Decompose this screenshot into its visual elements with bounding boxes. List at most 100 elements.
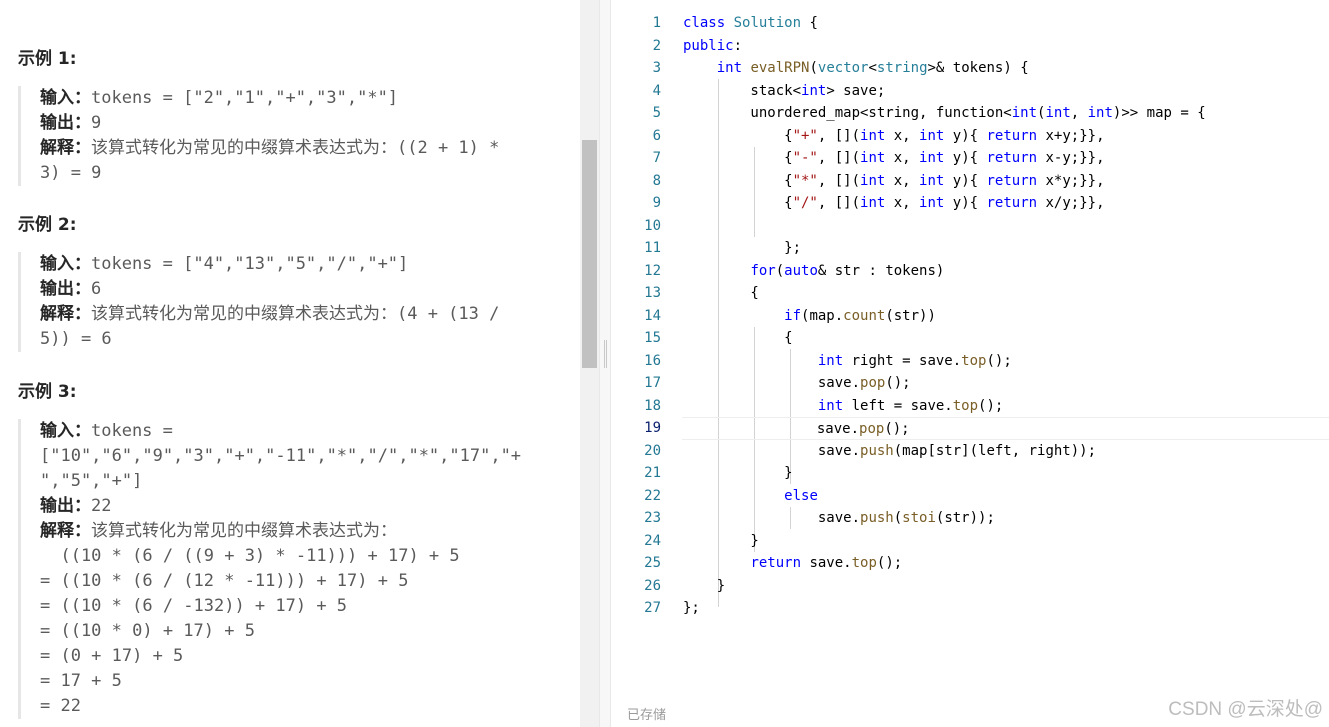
code-line[interactable]: } (683, 575, 1329, 598)
explain-expr: = ((10 * (6 / -132)) + 17) + 5 (40, 596, 348, 616)
code-line[interactable]: save.push(map[str](left, right)); (683, 440, 1329, 463)
line-number: 5 (652, 105, 661, 121)
example-line: = 17 + 5 (40, 669, 521, 694)
line-number: 12 (644, 262, 661, 279)
code-editor[interactable]: 1 2 3 4 5 6 7 8 9 10 11 12 13 14 15 16 17 18 19 20 21 22 23 24 2… (611, 0, 1329, 727)
line-number: 7 (652, 150, 661, 166)
explain-expr: 5)) = 6 (40, 329, 112, 349)
line-number: 6 (652, 127, 661, 144)
description-scrollbar[interactable] (580, 0, 599, 727)
input-value: tokens = ["2","1","+","3","*"] (91, 88, 399, 108)
output-label: 输出： (40, 113, 91, 133)
explain-expr: ((10 * (6 / ((9 + 3) * -11))) + 17) + 5 (40, 546, 460, 566)
problem-description-panel: 示例 1: 输入：tokens = ["2","1","+","3","*"] … (0, 0, 580, 727)
line-number: 27 (644, 600, 661, 616)
code-line[interactable]: int left = save.top(); (683, 395, 1329, 418)
code-line[interactable]: save.pop(); (683, 372, 1329, 395)
code-line[interactable]: { (683, 327, 1329, 350)
code-line[interactable]: if(map.count(str)) (683, 305, 1329, 328)
line-number: 26 (644, 577, 661, 594)
save-status: 已存储 (627, 708, 667, 723)
code-line[interactable]: unordered_map<string, function<int(int, … (683, 102, 1329, 125)
example-line: 解释：该算式转化为常见的中缀算术表达式为： (40, 519, 521, 544)
output-value: 9 (91, 113, 102, 133)
explain-text: 该算式转化为常见的中缀算术表达式为： (91, 304, 397, 324)
line-number: 19 (644, 420, 661, 436)
input-label: 输入： (40, 421, 91, 441)
line-number: 16 (644, 352, 661, 369)
example-2-block: 输入：tokens = ["4","13","5","/","+"] 输出：6 … (18, 252, 499, 352)
line-number: 18 (644, 397, 661, 414)
example-line: 输出：6 (40, 277, 499, 302)
code-line[interactable]: {"*", [](int x, int y){ return x*y;}}, (683, 170, 1329, 193)
code-line[interactable]: class Solution { (683, 12, 1329, 35)
code-line[interactable]: } (683, 462, 1329, 485)
explain-label: 解释： (40, 138, 91, 158)
explain-expr: ((2 + 1) * (397, 138, 500, 158)
code-line[interactable]: stack<int> save; (683, 80, 1329, 103)
example-line: = ((10 * (6 / -132)) + 17) + 5 (40, 594, 521, 619)
line-number: 22 (644, 487, 661, 504)
line-number: 3 (652, 60, 661, 76)
line-number: 8 (652, 172, 661, 189)
code-line[interactable]: }; (683, 237, 1329, 260)
code-line[interactable]: return save.top(); (683, 552, 1329, 575)
code-line[interactable]: }; (683, 597, 1329, 620)
output-value: 6 (91, 279, 102, 299)
code-line[interactable]: {"+", [](int x, int y){ return x+y;}}, (683, 125, 1329, 148)
example-2-heading: 示例 2: (18, 215, 77, 235)
example-line: 输入：tokens = (40, 419, 521, 444)
example-line: 解释：该算式转化为常见的中缀算术表达式为：(4 + (13 / (40, 302, 499, 327)
line-number: 24 (644, 532, 661, 549)
code-line[interactable]: int evalRPN(vector<string>& tokens) { (683, 57, 1329, 80)
resize-grip-icon[interactable] (604, 340, 607, 368)
example-line: 输出：22 (40, 494, 521, 519)
watermark: CSDN @云深处@ (1168, 699, 1323, 720)
line-number: 13 (644, 285, 661, 301)
example-line: = 22 (40, 694, 521, 719)
line-number: 11 (644, 240, 661, 256)
code-line-current[interactable]: save.pop(); (682, 417, 1329, 440)
line-number: 9 (652, 195, 661, 211)
example-line: 5)) = 6 (40, 327, 499, 352)
code-line[interactable]: public: (683, 35, 1329, 58)
example-1-heading: 示例 1: (18, 49, 77, 69)
code-line[interactable]: else (683, 485, 1329, 508)
output-value: 22 (91, 496, 112, 516)
explain-label: 解释： (40, 304, 91, 324)
code-line[interactable]: {"-", [](int x, int y){ return x-y;}}, (683, 147, 1329, 170)
explain-expr: = 17 + 5 (40, 671, 122, 691)
code-line[interactable] (683, 215, 1329, 238)
input-label: 输入： (40, 254, 91, 274)
code-line[interactable]: int right = save.top(); (683, 350, 1329, 373)
line-number: 17 (644, 375, 661, 391)
explain-expr: (4 + (13 / (397, 304, 500, 324)
input-label: 输入： (40, 88, 91, 108)
explain-expr: = ((10 * 0) + 17) + 5 (40, 621, 255, 641)
line-number: 25 (644, 555, 661, 571)
example-line: 输入：tokens = ["4","13","5","/","+"] (40, 252, 499, 277)
explain-expr: 3) = 9 (40, 163, 102, 183)
explain-expr: = (0 + 17) + 5 (40, 646, 184, 666)
example-3-block: 输入：tokens = ["10","6","9","3","+","-11",… (18, 419, 521, 719)
example-line: = (0 + 17) + 5 (40, 644, 521, 669)
line-number: 23 (644, 510, 661, 526)
code-area[interactable]: class Solution { public: int evalRPN(vec… (682, 12, 1329, 620)
explain-text: 该算式转化为常见的中缀算术表达式为： (91, 521, 397, 541)
code-line[interactable]: {"/", [](int x, int y){ return x/y;}}, (683, 192, 1329, 215)
example-line: 输出：9 (40, 111, 499, 136)
line-number-gutter: 1 2 3 4 5 6 7 8 9 10 11 12 13 14 15 16 17 18 19 20 21 22 23 24 2… (611, 12, 661, 620)
code-line[interactable]: for(auto& str : tokens) (683, 260, 1329, 283)
line-number: 15 (644, 330, 661, 346)
example-line: ","5","+"] (40, 469, 521, 494)
code-line[interactable]: save.push(stoi(str)); (683, 507, 1329, 530)
code-line[interactable]: { (683, 282, 1329, 305)
example-3-heading: 示例 3: (18, 382, 77, 402)
output-label: 输出： (40, 279, 91, 299)
example-line: 输入：tokens = ["2","1","+","3","*"] (40, 86, 499, 111)
example-line: = ((10 * 0) + 17) + 5 (40, 619, 521, 644)
input-value: ","5","+"] (40, 471, 143, 491)
line-number: 21 (644, 465, 661, 481)
scrollbar-thumb[interactable] (582, 140, 597, 368)
code-line[interactable]: } (683, 530, 1329, 553)
